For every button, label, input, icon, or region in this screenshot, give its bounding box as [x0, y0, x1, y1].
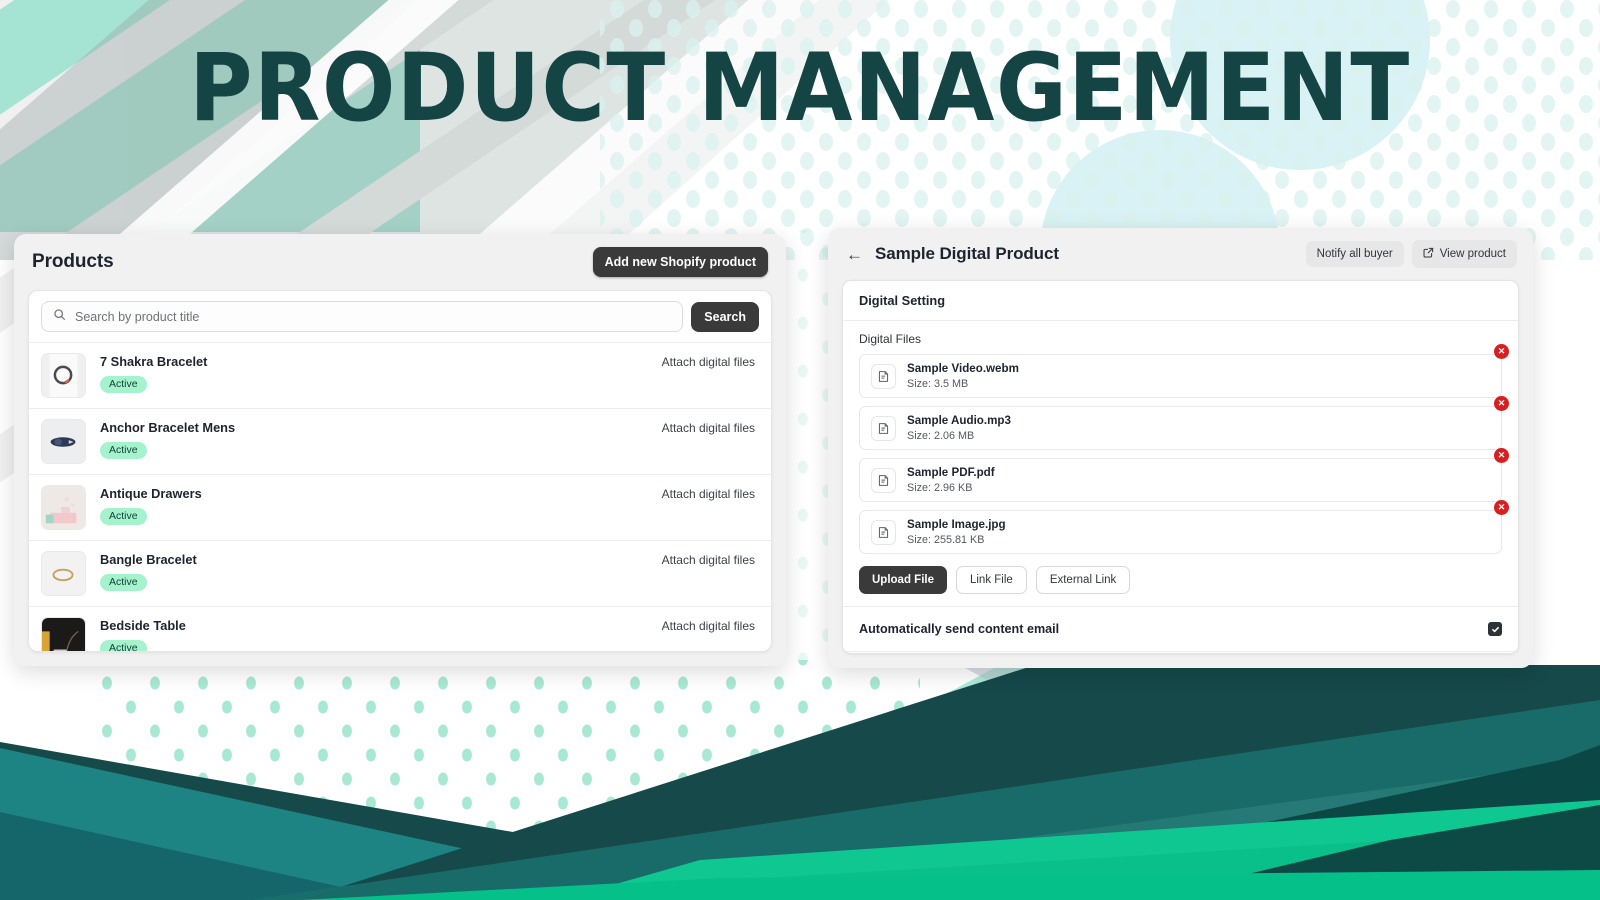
- file-name: Sample PDF.pdf: [907, 466, 995, 479]
- auto-send-content-email-row[interactable]: Automatically send content email: [843, 606, 1518, 651]
- digital-product-panel: ← Sample Digital Product Notify all buye…: [828, 228, 1533, 668]
- product-info: Bedside Table Active: [100, 617, 648, 651]
- list-item[interactable]: Sample Image.jpg Size: 255.81 KB ✕: [859, 500, 1509, 554]
- status-badge: Active: [100, 507, 147, 526]
- file-note-icon: [871, 415, 896, 441]
- file-note-icon: [871, 363, 896, 389]
- upload-file-button[interactable]: Upload File: [859, 566, 947, 594]
- product-info: 7 Shakra Bracelet Active: [100, 353, 648, 394]
- attach-digital-files-link[interactable]: Attach digital files: [662, 353, 755, 369]
- table-row[interactable]: 7 Shakra Bracelet Active Attach digital …: [29, 342, 771, 408]
- search-icon: [53, 308, 66, 326]
- products-panel-header: Products Add new Shopify product: [14, 234, 786, 290]
- page-title: PRODUCT MANAGEMENT: [189, 34, 1411, 143]
- status-badge: Active: [100, 441, 147, 460]
- product-name: 7 Shakra Bracelet: [100, 354, 208, 369]
- file-name: Sample Image.jpg: [907, 518, 1006, 531]
- view-product-label: View product: [1439, 248, 1506, 260]
- close-icon[interactable]: ✕: [1494, 396, 1509, 411]
- product-info: Antique Drawers Active: [100, 485, 648, 526]
- add-new-shopify-product-button[interactable]: Add new Shopify product: [592, 247, 768, 277]
- attach-digital-files-link[interactable]: Attach digital files: [662, 485, 755, 501]
- file-info: Sample Audio.mp3 Size: 2.06 MB: [907, 414, 1011, 442]
- product-thumbnail: [41, 353, 86, 398]
- products-panel: Products Add new Shopify product Search …: [14, 234, 786, 666]
- digital-product-header: ← Sample Digital Product Notify all buye…: [828, 228, 1533, 280]
- header-left-group: ← Sample Digital Product: [846, 244, 1059, 264]
- status-badge: Active: [100, 375, 147, 394]
- file-size: Size: 255.81 KB: [907, 534, 985, 546]
- attach-digital-files-link[interactable]: Attach digital files: [662, 419, 755, 435]
- product-info: Bangle Bracelet Active: [100, 551, 648, 592]
- file-size: Size: 2.96 KB: [907, 482, 973, 494]
- limit-downloads-per-order-row[interactable]: Limit downloads per order: [843, 651, 1518, 653]
- search-box[interactable]: [41, 301, 684, 332]
- back-arrow-icon[interactable]: ←: [846, 246, 863, 263]
- list-item[interactable]: Sample Audio.mp3 Size: 2.06 MB ✕: [859, 396, 1509, 450]
- digital-files-label: Digital Files: [859, 332, 922, 346]
- list-item[interactable]: Sample Video.webm Size: 3.5 MB ✕: [859, 344, 1509, 398]
- header-actions: Notify all buyer View product: [1305, 240, 1517, 268]
- table-row[interactable]: Antique Drawers Active Attach digital fi…: [29, 474, 771, 540]
- status-badge: Active: [100, 639, 147, 651]
- center-dots: [786, 230, 832, 670]
- external-link-icon: [1423, 247, 1434, 261]
- external-link-button[interactable]: External Link: [1035, 566, 1131, 594]
- close-icon[interactable]: ✕: [1494, 448, 1509, 463]
- file-info: Sample Image.jpg Size: 255.81 KB: [907, 518, 1006, 546]
- products-title: Products: [32, 251, 114, 272]
- file-size: Size: 2.06 MB: [907, 430, 975, 442]
- table-row[interactable]: Anchor Bracelet Mens Active Attach digit…: [29, 408, 771, 474]
- product-thumbnail: [41, 617, 86, 651]
- file-name: Sample Video.webm: [907, 362, 1019, 375]
- digital-product-title: Sample Digital Product: [875, 244, 1059, 263]
- attach-digital-files-link[interactable]: Attach digital files: [662, 617, 755, 633]
- products-card: Search 7 Shakra Bracelet Active Attach d…: [28, 290, 772, 652]
- auto-send-content-email-checkbox[interactable]: [1488, 622, 1502, 636]
- link-file-button[interactable]: Link File: [955, 566, 1027, 594]
- product-thumbnail: [41, 419, 86, 464]
- close-icon[interactable]: ✕: [1494, 500, 1509, 515]
- view-product-button[interactable]: View product: [1411, 240, 1517, 268]
- file-name: Sample Audio.mp3: [907, 414, 1011, 427]
- product-name: Bangle Bracelet: [100, 552, 197, 567]
- digital-setting-card: Digital Setting Digital Files Sample Vid…: [842, 280, 1519, 654]
- list-item[interactable]: Sample PDF.pdf Size: 2.96 KB ✕: [859, 448, 1509, 502]
- file-info: Sample PDF.pdf Size: 2.96 KB: [907, 466, 995, 494]
- product-thumbnail: [41, 485, 86, 530]
- notify-all-buyer-label: Notify all buyer: [1316, 248, 1393, 260]
- file-info: Sample Video.webm Size: 3.5 MB: [907, 362, 1019, 390]
- file-action-buttons: Upload File Link File External Link: [859, 562, 1502, 606]
- table-row[interactable]: Bangle Bracelet Active Attach digital fi…: [29, 540, 771, 606]
- search-button[interactable]: Search: [691, 301, 759, 332]
- product-info: Anchor Bracelet Mens Active: [100, 419, 648, 460]
- digital-setting-title: Digital Setting: [843, 281, 1518, 321]
- search-input[interactable]: [75, 309, 672, 324]
- notify-all-buyer-button[interactable]: Notify all buyer: [1305, 241, 1404, 267]
- table-row[interactable]: Bedside Table Active Attach digital file…: [29, 606, 771, 651]
- digital-files-section: Digital Files Sample Video.webm Size: 3.…: [843, 321, 1518, 606]
- status-badge: Active: [100, 573, 147, 592]
- file-note-icon: [871, 467, 896, 493]
- search-row: Search: [29, 291, 771, 342]
- product-thumbnail: [41, 551, 86, 596]
- file-note-icon: [871, 519, 896, 545]
- file-size: Size: 3.5 MB: [907, 378, 969, 390]
- attach-digital-files-link[interactable]: Attach digital files: [662, 551, 755, 567]
- product-name: Bedside Table: [100, 618, 186, 633]
- auto-send-content-email-label: Automatically send content email: [859, 622, 1060, 636]
- product-name: Antique Drawers: [100, 486, 202, 501]
- close-icon[interactable]: ✕: [1494, 344, 1509, 359]
- product-name: Anchor Bracelet Mens: [100, 420, 236, 435]
